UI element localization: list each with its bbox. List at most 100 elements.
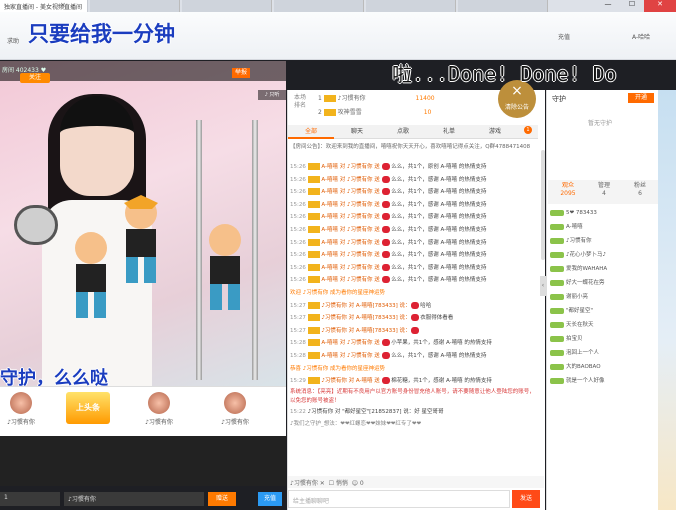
browser-tab-3[interactable] bbox=[182, 0, 272, 12]
audience-item[interactable]: ♪习惯有你 bbox=[550, 234, 656, 248]
chat-scrollbar[interactable] bbox=[541, 150, 545, 260]
chat-text: ♪习惯有你 对 "都好星空"[21852837] 说：好 星空哥哥 bbox=[307, 408, 444, 415]
tab-all[interactable]: 全部 bbox=[288, 125, 334, 139]
chat-time: 15:26 bbox=[290, 164, 306, 170]
audience-name: 就是一个人好像 bbox=[566, 378, 605, 384]
chat-text: ♪习惯有你 对 A-嘻嘻[783433] 说： bbox=[321, 302, 411, 309]
gift-icon bbox=[410, 301, 419, 309]
tab-songs[interactable]: 点歌 bbox=[380, 125, 426, 139]
crown-icon bbox=[323, 109, 336, 116]
video-tag[interactable]: ♪ 只听 bbox=[258, 90, 286, 100]
audience-item[interactable]: 天长在秋天 bbox=[550, 318, 656, 332]
audience-item[interactable]: "都好星空" bbox=[550, 304, 656, 318]
gift-icon bbox=[381, 377, 390, 385]
audience-item[interactable]: 泡回上一个人 bbox=[550, 346, 656, 360]
vip-icon bbox=[307, 377, 320, 385]
chat-time: 15:27 bbox=[290, 315, 306, 322]
chat-row: 15:26 A-嘻嘻 对 ♪习惯有你 送 么么，共1个，原创 A-嘻嘻 的热情支… bbox=[290, 161, 540, 174]
audience-item[interactable]: 爱我的WAHAHA bbox=[550, 262, 656, 276]
audience-item[interactable]: 好大一蝶花在旁 bbox=[550, 276, 656, 290]
vip-icon bbox=[307, 225, 320, 233]
tab-games[interactable]: 游戏 bbox=[472, 125, 518, 139]
chat-text: A-嘻嘻 对 ♪习惯有你 送 bbox=[321, 239, 382, 246]
chat-row: 15:26 A-嘻嘻 对 ♪习惯有你 送 么么，共1个，感谢 A-嘻嘻 的热情支… bbox=[290, 174, 540, 187]
stat-value: 4 bbox=[602, 190, 606, 197]
audience-item[interactable]: 5❤ 783433 bbox=[550, 206, 656, 220]
chat-gift: 衣服得体看看 bbox=[420, 315, 454, 322]
maximize-icon[interactable]: ☐ bbox=[620, 0, 644, 12]
follow-button[interactable]: 关注 bbox=[20, 73, 50, 83]
vip-icon bbox=[307, 276, 320, 284]
chat-text: A-嘻嘻 对 ♪习惯有你 送 bbox=[321, 226, 382, 233]
tab-audience[interactable]: 观众 2095 bbox=[550, 182, 586, 198]
audience-item[interactable]: 谢丽小亮 bbox=[550, 290, 656, 304]
headline-button[interactable]: 上头条 bbox=[66, 392, 110, 424]
recharge-link[interactable]: 充值 bbox=[558, 32, 570, 41]
tab-admins[interactable]: 管理 4 bbox=[586, 182, 622, 198]
help-link[interactable]: 求助 bbox=[7, 36, 19, 45]
browser-tab-4[interactable] bbox=[274, 0, 364, 12]
tab-fans[interactable]: 粉丝 6 bbox=[622, 182, 658, 198]
gift-recipient-select[interactable]: ♪习惯有你 bbox=[64, 492, 204, 506]
ranking-header: 本场 排名 bbox=[294, 94, 306, 110]
open-guard-button[interactable]: 开通 bbox=[628, 93, 654, 103]
gift-avatar bbox=[224, 392, 246, 414]
gift-count-input[interactable]: 1 bbox=[0, 492, 60, 506]
chat-text: ♪习惯有你 对 A-嘻嘻 送 bbox=[321, 378, 382, 385]
browser-tab-5[interactable] bbox=[366, 0, 456, 12]
audience-item[interactable]: 大的BAOBAO bbox=[550, 360, 656, 374]
chat-row: 15:29 ♪习惯有你 对 A-嘻嘻 送 棉花糖，共1个，感谢 A-嘻嘻 的热情… bbox=[290, 375, 540, 388]
chat-text: A-嘻嘻 对 ♪习惯有你 送 bbox=[321, 214, 382, 221]
chat-send-button[interactable]: 发送 bbox=[512, 490, 540, 508]
gift-icon bbox=[381, 225, 390, 233]
gift-icon bbox=[381, 175, 390, 183]
chat-row: 15:27 ♪习惯有你 对 A-嘻嘻[783433] 说： 衣服得体看看 bbox=[290, 312, 540, 325]
audience-item[interactable]: ♪花心小梦卜马♪ bbox=[550, 248, 656, 262]
ranking-row[interactable]: 2 攻神雪雪 10 bbox=[318, 106, 478, 120]
chat-gift: 棉花糖，共1个，感谢 A-嘻嘻 的热情支持 bbox=[391, 378, 492, 385]
gift-item[interactable]: ♪习惯有你 bbox=[216, 392, 254, 432]
gift-item[interactable]: ♪习惯有你 bbox=[2, 392, 40, 432]
vip-icon bbox=[307, 163, 320, 170]
cartoon-dancer bbox=[209, 224, 241, 310]
rank-score: 11400 bbox=[415, 95, 435, 102]
whisper-checkbox[interactable]: 悄悄 bbox=[336, 480, 348, 487]
audience-name: 大的BAOBAO bbox=[566, 364, 601, 370]
audience-item[interactable]: 拍宝贝 bbox=[550, 332, 656, 346]
gift-send-button[interactable]: 赠送 bbox=[208, 492, 236, 506]
tab-chat[interactable]: 聊天 bbox=[334, 125, 380, 139]
chat-row: 15:27 ♪习惯有你 对 A-嘻嘻[783433] 说： bbox=[290, 325, 540, 338]
report-button[interactable]: 举报 bbox=[232, 68, 250, 78]
audience-item[interactable]: 就是一个人好像 bbox=[550, 374, 656, 388]
gift-icon bbox=[381, 263, 390, 271]
close-window-icon[interactable]: ✕ bbox=[644, 0, 676, 12]
chat-target[interactable]: ♪习惯有你 bbox=[290, 480, 318, 487]
chat-time: 15:22 bbox=[290, 408, 306, 415]
browser-tab[interactable]: 独家直播间 - 美女视频直播间 bbox=[0, 0, 88, 12]
gift-item[interactable]: ♪习惯有你 bbox=[140, 392, 178, 432]
tab-close-icon[interactable]: × bbox=[60, 1, 66, 9]
chat-time: 15:26 bbox=[290, 189, 306, 196]
user-name[interactable]: A-哈哈 bbox=[632, 32, 650, 41]
audience-item[interactable]: A-嘻嘻 bbox=[550, 220, 656, 234]
level-badge-icon bbox=[550, 265, 564, 272]
vip-icon bbox=[307, 213, 320, 221]
chat-input[interactable]: 给主播聊聊吧 bbox=[288, 490, 510, 508]
gift-avatar bbox=[148, 392, 170, 414]
cartoon-dancer bbox=[124, 195, 158, 283]
browser-tab-6[interactable] bbox=[458, 0, 548, 12]
tab-gift-list[interactable]: 礼单 bbox=[426, 125, 472, 139]
vip-icon bbox=[307, 251, 320, 259]
recharge-button[interactable]: 充值 bbox=[258, 492, 282, 506]
audience-name: 谢丽小亮 bbox=[566, 294, 589, 300]
welcome-text: 欢迎 ♪习惯有你 成为看你的星座神运势 bbox=[290, 289, 386, 296]
audience-name: 好大一蝶花在旁 bbox=[566, 280, 605, 286]
minimize-icon[interactable]: — bbox=[596, 0, 620, 12]
tab-title: 独家直播间 - 美女视频直播间 bbox=[4, 4, 82, 11]
system-message: 系统消息：【亮亮】近期有不良用户以官方账号身份冒充他人账号，请不要随意让他人登陆… bbox=[290, 388, 535, 404]
browser-tab-2[interactable] bbox=[90, 0, 180, 12]
ranking-row[interactable]: 1 ♪习惯有你 11400 bbox=[318, 92, 478, 106]
gift-icon bbox=[410, 326, 419, 334]
rank-num: 2 bbox=[318, 109, 322, 116]
chat-gift: 么么，共1个，感谢 A-嘻嘻 的热情支持 bbox=[391, 277, 487, 284]
